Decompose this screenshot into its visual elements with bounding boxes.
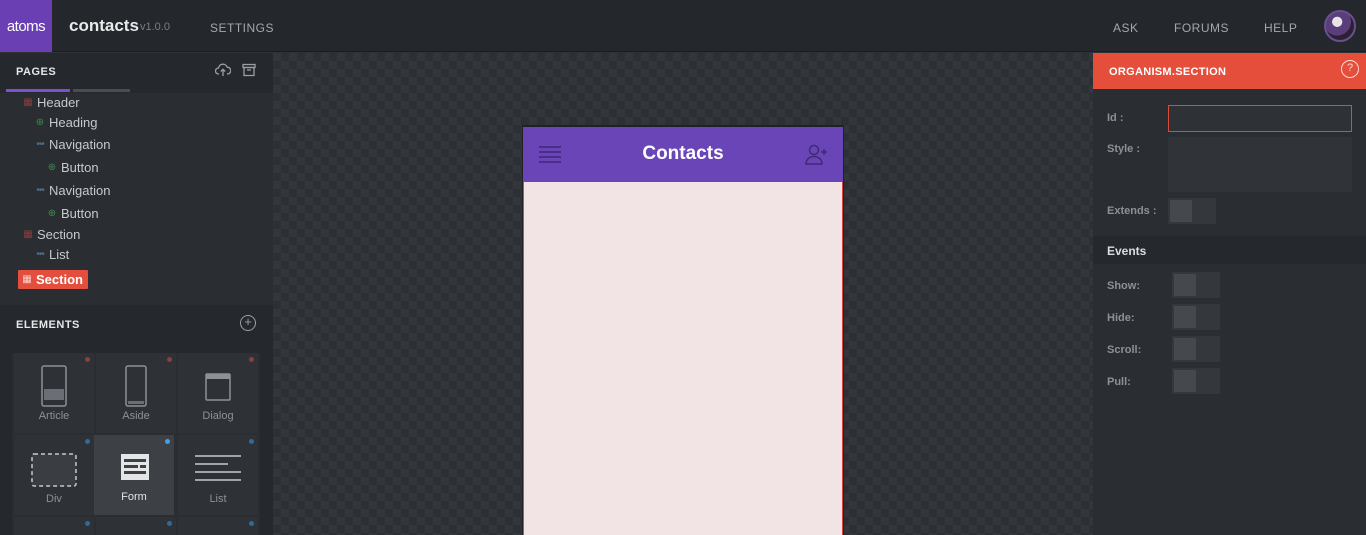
cloud-upload-icon[interactable] bbox=[214, 63, 232, 79]
inspector-header: ORGANISM.SECTION ? bbox=[1093, 53, 1366, 89]
add-element-icon[interactable]: + bbox=[240, 315, 256, 331]
element-palette: Article Aside Dialog Div Form List bbox=[12, 353, 260, 535]
status-dot bbox=[249, 521, 254, 526]
aside-icon bbox=[125, 365, 147, 407]
app-title: contacts bbox=[69, 16, 139, 35]
elements-header: ELEMENTS + bbox=[0, 305, 273, 343]
dots-icon: ••• bbox=[36, 249, 45, 260]
status-dot bbox=[249, 357, 254, 362]
user-avatar[interactable] bbox=[1324, 10, 1356, 42]
event-hide-label: Hide: bbox=[1107, 312, 1135, 324]
add-user-icon[interactable] bbox=[805, 143, 829, 165]
ask-link[interactable]: ASK bbox=[1113, 21, 1139, 35]
article-icon bbox=[41, 365, 67, 407]
page-tree: ▦ Header ⊕ Heading ••• Navigation ⊕ Button •… bbox=[0, 93, 273, 305]
extends-label: Extends : bbox=[1107, 205, 1157, 217]
tab-other[interactable] bbox=[73, 89, 130, 92]
forums-link[interactable]: FORUMS bbox=[1174, 21, 1229, 35]
event-pull-label: Pull: bbox=[1107, 376, 1131, 388]
status-dot bbox=[165, 439, 170, 444]
inspector-title: ORGANISM.SECTION bbox=[1109, 66, 1227, 78]
events-title: Events bbox=[1107, 244, 1147, 258]
pages-header: PAGES bbox=[0, 53, 273, 89]
tab-structure[interactable] bbox=[6, 89, 70, 92]
status-dot bbox=[85, 357, 90, 362]
tree-node-heading[interactable]: ⊕ Heading bbox=[34, 115, 98, 130]
event-scroll-toggle[interactable] bbox=[1172, 336, 1220, 362]
toggle-knob bbox=[1174, 370, 1196, 392]
plus-circle-icon: ⊕ bbox=[47, 208, 57, 219]
phone-title: Contacts bbox=[642, 143, 724, 164]
toggle-knob bbox=[1174, 338, 1196, 360]
status-dot bbox=[249, 439, 254, 444]
event-scroll-label: Scroll: bbox=[1107, 344, 1142, 356]
id-label: Id : bbox=[1107, 112, 1124, 124]
event-pull-toggle[interactable] bbox=[1172, 368, 1220, 394]
atoms-logo[interactable]: atoms bbox=[0, 0, 52, 52]
event-hide-toggle[interactable] bbox=[1172, 304, 1220, 330]
tree-node-button[interactable]: ⊕ Button bbox=[46, 206, 99, 221]
app-version: v1.0.0 bbox=[140, 21, 170, 33]
pages-title: PAGES bbox=[16, 66, 57, 78]
elements-title: ELEMENTS bbox=[16, 319, 80, 331]
tile-dialog[interactable]: Dialog bbox=[178, 353, 258, 433]
left-panel: PAGES ▦ Header ⊕ Heading ••• Navigation ⊕ Bu… bbox=[0, 53, 273, 535]
status-dot bbox=[85, 439, 90, 444]
toggle-knob bbox=[1174, 274, 1196, 296]
selected-section-body[interactable] bbox=[523, 182, 843, 535]
help-link[interactable]: HELP bbox=[1264, 21, 1297, 35]
style-label: Style : bbox=[1107, 143, 1141, 155]
list-icon bbox=[195, 455, 241, 481]
id-input[interactable] bbox=[1168, 105, 1352, 132]
status-dot bbox=[167, 521, 172, 526]
tree-node-header[interactable]: ▦ Header bbox=[22, 95, 79, 110]
help-icon[interactable]: ? bbox=[1341, 60, 1359, 78]
settings-link[interactable]: SETTINGS bbox=[210, 21, 274, 35]
phone-preview: Contacts bbox=[522, 125, 844, 535]
tree-node-navigation[interactable]: ••• Navigation bbox=[34, 137, 110, 152]
inspector-panel: ORGANISM.SECTION ? Id : Style : Extends … bbox=[1093, 53, 1366, 535]
grid-icon: ▦ bbox=[23, 97, 33, 108]
div-icon bbox=[31, 453, 77, 487]
tree-node-section[interactable]: ▦ Section bbox=[22, 227, 80, 242]
grid-icon: ▦ bbox=[22, 274, 32, 285]
phone-header[interactable]: Contacts bbox=[523, 127, 843, 182]
plus-circle-icon: ⊕ bbox=[35, 117, 45, 128]
status-dot bbox=[167, 357, 172, 362]
plus-circle-icon: ⊕ bbox=[47, 162, 57, 173]
event-show-toggle[interactable] bbox=[1172, 272, 1220, 298]
tree-node-button[interactable]: ⊕ Button bbox=[46, 160, 99, 175]
tree-node-navigation[interactable]: ••• Navigation bbox=[34, 183, 110, 198]
archive-icon[interactable] bbox=[241, 63, 257, 79]
toggle-knob bbox=[1170, 200, 1192, 222]
grid-icon: ▦ bbox=[23, 229, 33, 240]
dots-icon: ••• bbox=[36, 139, 45, 150]
toggle-knob bbox=[1174, 306, 1196, 328]
design-canvas[interactable]: Contacts bbox=[273, 53, 1093, 535]
form-icon bbox=[121, 454, 149, 480]
dialog-icon bbox=[205, 373, 231, 401]
style-input[interactable] bbox=[1168, 137, 1352, 192]
tile-next-row[interactable] bbox=[14, 517, 94, 535]
top-bar: atoms contacts v1.0.0 SETTINGS ASK FORUM… bbox=[0, 0, 1366, 52]
tile-article[interactable]: Article bbox=[14, 353, 94, 433]
tile-div[interactable]: Div bbox=[14, 435, 94, 515]
extends-toggle[interactable] bbox=[1168, 198, 1216, 224]
status-dot bbox=[85, 521, 90, 526]
tile-form[interactable]: Form bbox=[94, 435, 174, 515]
tile-aside[interactable]: Aside bbox=[96, 353, 176, 433]
dots-icon: ••• bbox=[36, 185, 45, 196]
events-header: Events bbox=[1093, 236, 1366, 264]
tree-node-section-selected[interactable]: ▦ Section bbox=[18, 270, 88, 289]
tile-next-row[interactable] bbox=[96, 517, 176, 535]
tile-next-row[interactable] bbox=[178, 517, 258, 535]
tree-node-list[interactable]: ••• List bbox=[34, 247, 69, 262]
tile-list[interactable]: List bbox=[178, 435, 258, 515]
event-show-label: Show: bbox=[1107, 280, 1140, 292]
